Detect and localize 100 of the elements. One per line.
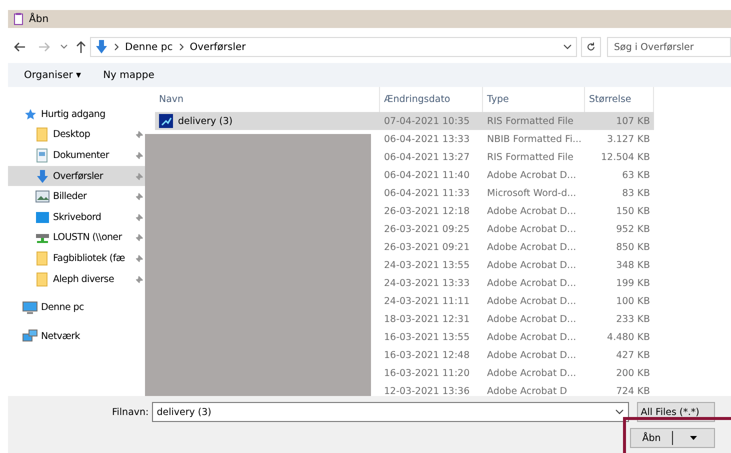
breadcrumb-item[interactable]: Denne pc <box>125 42 173 52</box>
breadcrumb-item[interactable]: Overførsler <box>190 42 246 52</box>
back-arrow-icon[interactable] <box>14 42 26 52</box>
size-cell-text: 12.504 KB <box>600 152 651 162</box>
monitor-icon <box>34 210 50 224</box>
date-cell-text: 06-04-2021 11:33 <box>383 188 471 198</box>
date-cell-text: 06-04-2021 13:27 <box>383 152 471 162</box>
sidebar-group-item[interactable]: Netværk <box>8 326 145 347</box>
date-cell-text: 24-03-2021 13:55 <box>383 260 471 270</box>
sidebar-item[interactable]: Aleph diverse <box>8 268 145 290</box>
file-row[interactable]: 16-03-2021 12:48 Adobe Acrobat D... 427 KB <box>380 346 654 364</box>
file-row[interactable]: 12-03-2021 13:36 Adobe Acrobat D 724 KB <box>380 382 654 396</box>
date-cell-text: 26-03-2021 12:18 <box>383 206 471 216</box>
file-row[interactable]: 16-03-2021 11:20 Adobe Acrobat D... 200 KB <box>380 364 654 382</box>
date-cell-text: 26-03-2021 09:25 <box>383 224 471 234</box>
search-field[interactable]: Søg i Overførsler <box>607 37 731 57</box>
sidebar-item[interactable]: Skrivebord <box>8 206 145 228</box>
pin-icon[interactable] <box>135 172 144 181</box>
size-cell-text: 724 KB <box>615 386 651 396</box>
sidebar-item[interactable]: Billeder <box>8 186 145 207</box>
filename-field[interactable]: delivery (3) <box>152 402 629 422</box>
date-cell-text: 16-03-2021 11:20 <box>383 368 471 378</box>
pin-icon[interactable] <box>135 130 144 140</box>
address-bar[interactable]: Denne pc Overførsler <box>90 37 577 57</box>
pin-icon[interactable] <box>135 150 144 160</box>
size-cell-text: 107 KB <box>615 116 651 126</box>
refresh-icon <box>586 42 596 52</box>
chevron-down-icon[interactable] <box>563 44 572 50</box>
date-cell-text: 07-04-2021 10:35 <box>383 116 471 126</box>
folder-icon <box>34 272 50 287</box>
size-cell-text: 83 KB <box>621 188 651 198</box>
sidebar-item[interactable]: Dokumenter <box>8 145 145 166</box>
open-button[interactable]: Åbn <box>630 428 715 448</box>
sidebar-item[interactable]: Fagbibliotek (fæ <box>8 248 145 269</box>
file-row[interactable]: 24-03-2021 13:33 Adobe Acrobat D... 199 KB <box>380 274 654 292</box>
forward-arrow-icon[interactable] <box>38 42 50 52</box>
file-row[interactable]: 16-03-2021 13:55 Adobe Acrobat D... 4.480 KB <box>380 328 654 346</box>
new-folder-button[interactable]: Ny mappe <box>103 68 154 82</box>
type-cell-text: Adobe Acrobat D... <box>486 224 578 234</box>
picture-icon <box>34 190 50 204</box>
date-cell-text: 24-03-2021 13:33 <box>383 278 471 288</box>
refresh-button[interactable] <box>581 37 601 57</box>
down-arrow-icon <box>95 40 108 54</box>
caret-icon[interactable] <box>690 436 697 440</box>
file-row[interactable]: 24-03-2021 13:55 Adobe Acrobat D... 348 KB <box>380 256 654 274</box>
computer-icon <box>22 300 38 315</box>
type-cell-text: RIS Formatted File <box>486 116 574 126</box>
pin-icon[interactable] <box>135 212 144 222</box>
file-row[interactable]: 26-03-2021 09:25 Adobe Acrobat D... 952 KB <box>380 220 654 238</box>
file-row[interactable]: 26-03-2021 09:21 Adobe Acrobat D... 850 KB <box>380 238 654 256</box>
type-cell-text: Microsoft Word-d... <box>486 188 578 198</box>
date-cell-text: 16-03-2021 13:55 <box>383 332 471 342</box>
file-row[interactable]: 26-03-2021 12:18 Adobe Acrobat D... 150 KB <box>380 202 654 220</box>
file-row[interactable]: 24-03-2021 11:11 Adobe Acrobat D... 100 KB <box>380 292 654 310</box>
file-row[interactable]: 06-04-2021 13:33 NBIB Formatted Fi... 3.127 KB <box>380 130 654 148</box>
type-cell-text: Adobe Acrobat D... <box>486 242 578 252</box>
sidebar-group-item[interactable]: Denne pc <box>8 297 145 318</box>
document-icon <box>34 148 50 163</box>
down-arrow-icon <box>34 168 50 184</box>
size-cell-text: 427 KB <box>615 350 651 360</box>
chevron-down-icon[interactable] <box>60 44 68 50</box>
organize-menu-button[interactable]: Organiser ▾ <box>24 68 82 82</box>
date-cell-text: 12-03-2021 13:36 <box>383 386 471 396</box>
file-row[interactable]: 06-04-2021 11:40 Adobe Acrobat D... 63 KB <box>380 166 654 184</box>
size-cell-text: 150 KB <box>615 206 651 216</box>
type-cell-text: RIS Formatted File <box>486 152 574 162</box>
file-row[interactable]: 06-04-2021 13:27 RIS Formatted File 12.504 KB <box>380 148 654 166</box>
folder-icon <box>34 250 50 266</box>
size-cell-text: 233 KB <box>615 314 651 324</box>
type-cell-text: Adobe Acrobat D... <box>486 350 578 360</box>
pin-icon[interactable] <box>135 192 144 202</box>
file-row[interactable]: delivery (3) 07-04-2021 10:35 RIS Formatted File 107 KB <box>155 112 654 130</box>
file-row[interactable]: 18-03-2021 12:31 Adobe Acrobat D... 233 KB <box>380 310 654 328</box>
chevron-down-icon[interactable] <box>614 409 624 415</box>
type-cell-text: Adobe Acrobat D... <box>486 368 578 378</box>
sidebar-group-item[interactable]: Hurtig adgang <box>8 104 145 125</box>
size-cell-text: 348 KB <box>615 260 651 270</box>
window-title: Åbn <box>29 14 49 24</box>
type-cell-text: Adobe Acrobat D... <box>486 296 578 306</box>
sidebar-item[interactable]: Overførsler <box>8 166 145 186</box>
up-arrow-icon[interactable] <box>76 41 86 53</box>
type-cell-text: Adobe Acrobat D... <box>486 332 578 342</box>
date-cell-text: 24-03-2021 11:11 <box>383 296 471 306</box>
type-cell-text: Adobe Acrobat D... <box>486 278 578 288</box>
size-cell-text: 850 KB <box>615 242 651 252</box>
pin-icon[interactable] <box>135 233 144 242</box>
date-cell-text: 16-03-2021 12:48 <box>383 350 471 360</box>
size-cell-text: 63 KB <box>621 170 651 180</box>
type-cell-text: Adobe Acrobat D... <box>486 170 578 180</box>
size-cell-text: 100 KB <box>615 296 651 306</box>
size-cell-text: 200 KB <box>615 368 651 378</box>
size-cell-text: 3.127 KB <box>606 134 651 144</box>
pin-icon[interactable] <box>135 274 144 284</box>
type-cell-text: Adobe Acrobat D... <box>486 314 578 324</box>
type-cell-text: NBIB Formatted Fi... <box>486 134 583 144</box>
date-cell-text: 18-03-2021 12:31 <box>383 314 471 324</box>
file-row[interactable]: 06-04-2021 11:33 Microsoft Word-d... 83 KB <box>380 184 654 202</box>
pin-icon[interactable] <box>135 254 144 263</box>
sidebar-item[interactable]: Desktop <box>8 124 145 146</box>
sidebar-item[interactable]: LOUSTN (\\oner <box>8 228 145 248</box>
